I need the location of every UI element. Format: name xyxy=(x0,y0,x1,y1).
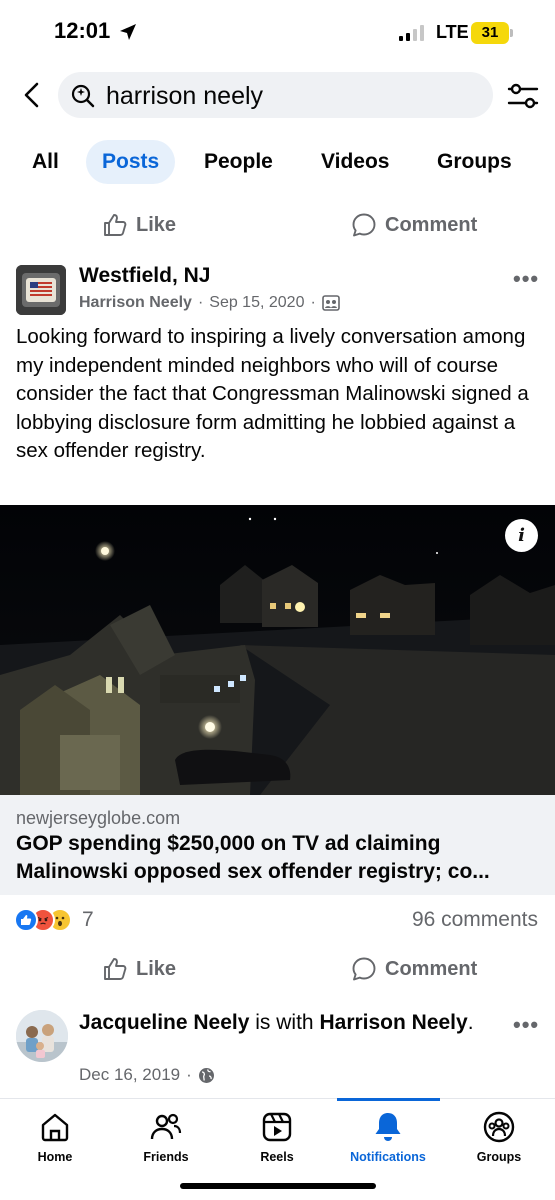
avatar-photo xyxy=(16,1010,68,1062)
like-reaction-icon xyxy=(14,908,38,932)
link-domain: newjerseyglobe.com xyxy=(16,808,181,828)
link-title[interactable]: GOP spending $250,000 on TV ad claiming … xyxy=(16,830,541,886)
location-arrow-icon xyxy=(120,24,136,40)
nav-groups[interactable]: Groups xyxy=(449,1110,549,1164)
status-bar: 12:01 LTE 31 xyxy=(0,0,555,62)
thumbs-up-icon xyxy=(104,958,127,980)
globe-icon xyxy=(198,1067,214,1083)
battery-indicator: 31 xyxy=(471,22,509,44)
post2-connector: is with xyxy=(255,1011,314,1034)
comment-button[interactable]: Comment xyxy=(351,953,477,985)
groups-icon xyxy=(483,1111,515,1143)
tab-groups[interactable]: Groups xyxy=(437,140,512,184)
active-tab-indicator xyxy=(337,1098,440,1101)
reels-icon xyxy=(262,1112,292,1142)
meta-separator: · xyxy=(310,294,316,311)
post-meta: Harrison Neely · Sep 15, 2020 · xyxy=(79,294,340,312)
nav-friends[interactable]: Friends xyxy=(116,1110,216,1164)
meta-separator: · xyxy=(197,294,204,311)
home-icon xyxy=(41,1113,69,1142)
night-neighborhood-photo xyxy=(0,505,555,795)
nav-home[interactable]: Home xyxy=(5,1110,105,1164)
bell-icon xyxy=(375,1113,401,1141)
page-avatar-image xyxy=(16,265,66,315)
post2-period: . xyxy=(467,1011,474,1034)
signal-strength-icon xyxy=(399,25,424,41)
reactions-summary[interactable] xyxy=(14,908,72,932)
like-label: Like xyxy=(136,957,177,980)
tab-videos[interactable]: Videos xyxy=(321,140,389,184)
like-button[interactable]: Like xyxy=(102,209,176,241)
comments-count[interactable]: 96 comments xyxy=(412,908,538,932)
page-avatar[interactable] xyxy=(16,265,66,315)
post-text: Looking forward to inspiring a lively co… xyxy=(16,325,529,462)
comment-bubble-icon xyxy=(352,957,376,981)
nav-notifications-label: Notifications xyxy=(350,1150,426,1164)
tab-all[interactable]: All xyxy=(32,140,59,184)
group-audience-icon xyxy=(321,295,340,311)
nav-groups-label: Groups xyxy=(476,1150,522,1164)
post2-tagged[interactable]: Harrison Neely xyxy=(319,1011,467,1034)
nav-friends-label: Friends xyxy=(143,1150,189,1164)
link-preview-image[interactable] xyxy=(0,505,555,795)
comment-label: Comment xyxy=(385,957,478,980)
post-more-options-icon[interactable]: ••• xyxy=(513,266,539,292)
tab-people[interactable]: People xyxy=(204,140,273,184)
post2-title: Jacqueline Neely is with Harrison Neely. xyxy=(79,1009,479,1037)
post2-author[interactable]: Jacqueline Neely xyxy=(79,1011,249,1034)
network-label: LTE xyxy=(436,22,469,42)
post-date[interactable]: Sep 15, 2020 xyxy=(209,294,304,312)
search-icon xyxy=(71,84,95,108)
meta-separator: · xyxy=(186,1065,192,1084)
search-query: harrison neely xyxy=(106,82,264,110)
comment-bubble-icon xyxy=(352,213,376,237)
like-label: Like xyxy=(136,213,177,236)
home-indicator xyxy=(180,1183,376,1189)
post2-date[interactable]: Dec 16, 2019 xyxy=(79,1065,180,1085)
avatar[interactable] xyxy=(16,1010,68,1062)
search-input[interactable]: harrison neely xyxy=(58,72,493,118)
battery-tip xyxy=(510,29,513,37)
comment-button[interactable]: Comment xyxy=(351,209,477,241)
back-arrow-icon[interactable] xyxy=(16,78,50,112)
nav-reels-label: Reels xyxy=(260,1150,294,1164)
post2-more-options-icon[interactable]: ••• xyxy=(513,1012,539,1038)
nav-notifications[interactable]: Notifications xyxy=(338,1110,438,1164)
tab-posts[interactable]: Posts xyxy=(86,140,176,184)
post-page-name[interactable]: Westfield, NJ xyxy=(79,264,210,288)
friends-icon xyxy=(150,1113,182,1140)
filter-icon[interactable] xyxy=(505,78,541,114)
reaction-count[interactable]: 7 xyxy=(82,908,94,932)
comment-label: Comment xyxy=(385,213,478,236)
post-author[interactable]: Harrison Neely xyxy=(79,294,192,312)
thumbs-up-icon xyxy=(104,214,127,236)
status-time: 12:01 xyxy=(54,18,111,43)
info-icon[interactable]: i xyxy=(505,519,538,552)
post2-meta: Dec 16, 2019 · xyxy=(79,1065,215,1085)
nav-home-label: Home xyxy=(37,1150,73,1164)
like-button[interactable]: Like xyxy=(102,953,176,985)
nav-reels[interactable]: Reels xyxy=(227,1110,327,1164)
